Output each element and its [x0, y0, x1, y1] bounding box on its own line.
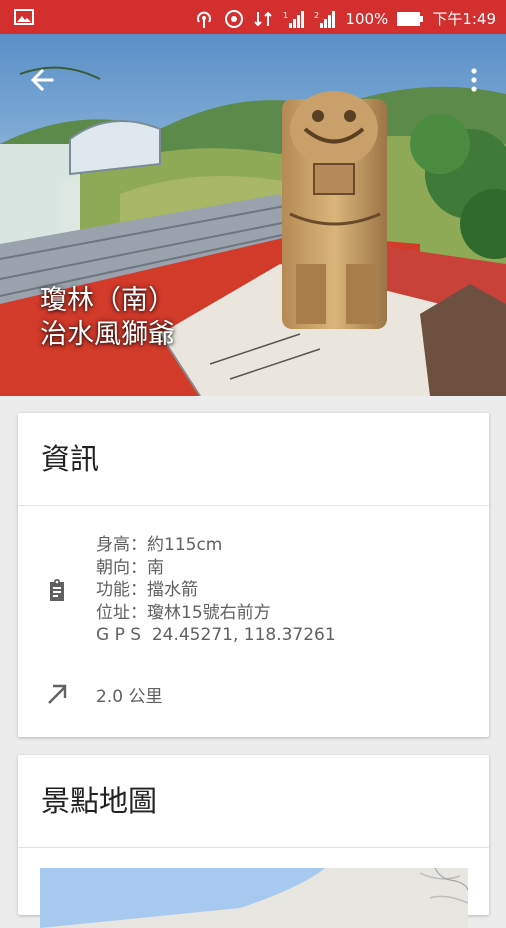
distance-text[interactable]: 2.0 公里	[96, 682, 162, 707]
info-card-title: 資訊	[18, 413, 489, 506]
more-options-button[interactable]	[462, 62, 486, 98]
svg-text:1: 1	[283, 11, 288, 20]
clipboard-icon	[45, 578, 69, 602]
signal-sim2-icon: 2	[314, 9, 336, 29]
status-bar: 1 2 100% 下午1:49	[0, 0, 506, 34]
battery-icon	[397, 11, 424, 26]
svg-text:2: 2	[314, 11, 319, 20]
gallery-notification-icon	[14, 8, 34, 26]
place-title: 瓊林（南） 治水風獅爺	[40, 284, 175, 352]
hero-image: 瓊林（南） 治水風獅爺	[0, 34, 506, 396]
info-details: 身高：約115cm 朝向：南 功能：擋水箭 位址：瓊林15號右前方 G P S …	[96, 534, 336, 647]
map-card-title: 景點地圖	[18, 755, 489, 848]
data-signal-icon	[254, 9, 274, 29]
signal-sim1-icon: 1	[283, 9, 305, 29]
battery-percent: 100%	[345, 9, 389, 28]
map-preview[interactable]	[40, 868, 468, 928]
map-card: 景點地圖	[18, 755, 489, 928]
back-button[interactable]	[24, 62, 60, 98]
clock: 下午1:49	[432, 10, 496, 28]
info-card: 資訊 身高：約115cm 朝向：南 功能：擋水箭 位址：瓊林15號右前方 G P…	[18, 413, 489, 737]
hotspot-icon	[194, 9, 214, 29]
info-direction: 朝向：南	[96, 557, 164, 578]
place-title-line1: 瓊林（南）	[40, 285, 175, 316]
info-gps: G P S 24.45271, 118.37261	[96, 625, 336, 645]
info-location: 位址：瓊林15號右前方	[96, 602, 271, 623]
arrow-up-right-icon	[45, 682, 69, 706]
place-title-line2: 治水風獅爺	[40, 319, 175, 350]
info-height: 身高：約115cm	[96, 535, 223, 555]
info-function: 功能：擋水箭	[96, 580, 198, 600]
sync-icon	[223, 9, 245, 29]
